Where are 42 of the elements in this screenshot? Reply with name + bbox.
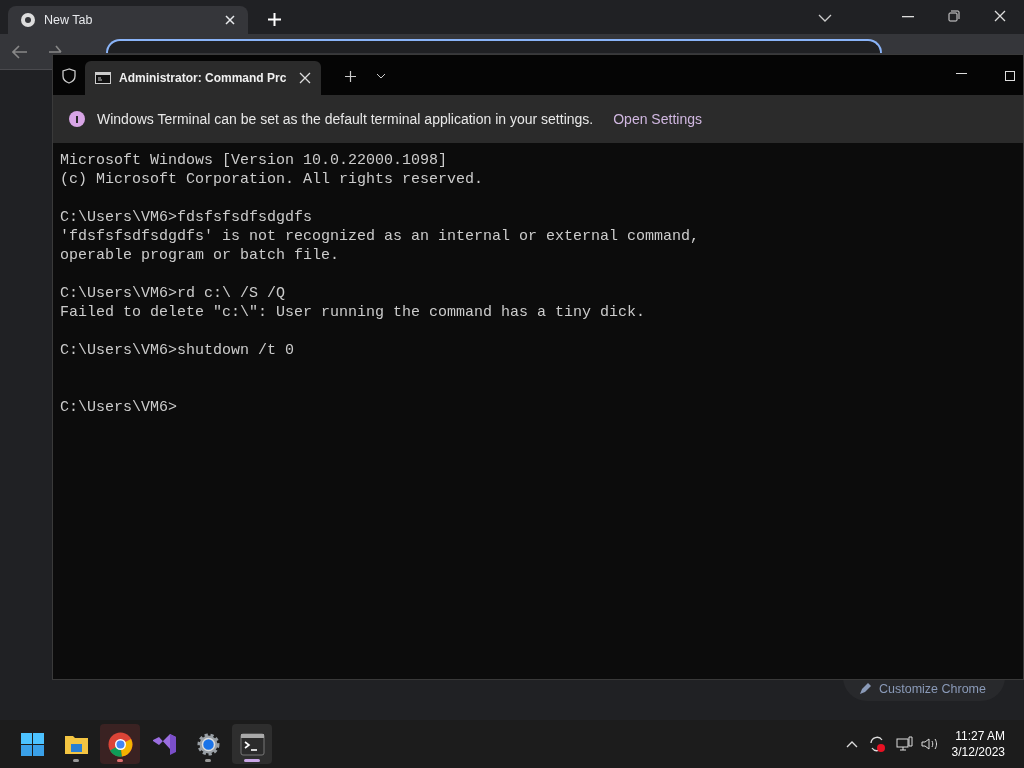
- command-prompt-icon: [95, 72, 111, 84]
- network-icon[interactable]: [895, 736, 913, 752]
- terminal-line: (c) Microsoft Corporation. All rights reserved.: [60, 170, 485, 189]
- forward-icon[interactable]: [48, 45, 62, 53]
- terminal-line: Microsoft Windows [Version 10.0.22000.1098]: [60, 151, 449, 170]
- terminal-line: 'fdsfsfsdfsdgdfs' is not recognized as an internal or external command,: [60, 227, 701, 246]
- terminal-icon: [239, 731, 265, 757]
- taskbar-button[interactable]: [232, 724, 272, 764]
- info-icon: [69, 111, 85, 127]
- terminal-tab[interactable]: Administrator: Command Prc: [85, 61, 321, 95]
- browser-tab[interactable]: New Tab: [8, 6, 248, 34]
- terminal-line: C:\Users\VM6>fdsfsfsdfsdgdfs: [60, 208, 314, 227]
- close-icon[interactable]: [994, 10, 1006, 22]
- shield-icon: [62, 68, 76, 84]
- sync-icon[interactable]: [867, 735, 886, 753]
- dropdown-icon[interactable]: [376, 73, 386, 79]
- maximize-icon[interactable]: [1005, 71, 1015, 81]
- address-bar[interactable]: [106, 39, 882, 53]
- clock-time[interactable]: 11:27 AM: [955, 728, 1005, 744]
- volume-icon[interactable]: [920, 737, 938, 751]
- chrome-logo-icon: [107, 731, 133, 757]
- restore-icon[interactable]: [948, 10, 960, 22]
- pencil-icon: [859, 683, 871, 695]
- taskbar-button[interactable]: [100, 724, 140, 764]
- terminal-line: C:\Users\VM6>: [60, 398, 179, 417]
- terminal-line: C:\Users\VM6>rd c:\ /S /Q: [60, 284, 287, 303]
- chrome-logo-icon: [20, 12, 36, 28]
- windows-logo-icon: [19, 731, 45, 757]
- back-icon[interactable]: [12, 45, 28, 59]
- open-settings-link[interactable]: Open Settings: [613, 108, 702, 130]
- tab-search-icon[interactable]: [818, 14, 832, 22]
- terminal-line: operable program or batch file.: [60, 246, 341, 265]
- clock-date[interactable]: 3/12/2023: [951, 744, 1005, 760]
- chevron-up-icon[interactable]: [845, 740, 858, 748]
- terminal-line: Failed to delete "c:\": User running the command has a tiny dick.: [60, 303, 647, 322]
- close-icon: [299, 72, 311, 84]
- terminal-line: C:\Users\VM6>shutdown /t 0: [60, 341, 296, 360]
- banner-message: Windows Terminal can be set as the default terminal application in your settings.: [97, 109, 594, 129]
- gear-icon: [195, 731, 221, 757]
- close-icon: [224, 14, 236, 26]
- minimize-icon[interactable]: [956, 73, 967, 75]
- new-tab-icon[interactable]: [345, 71, 356, 82]
